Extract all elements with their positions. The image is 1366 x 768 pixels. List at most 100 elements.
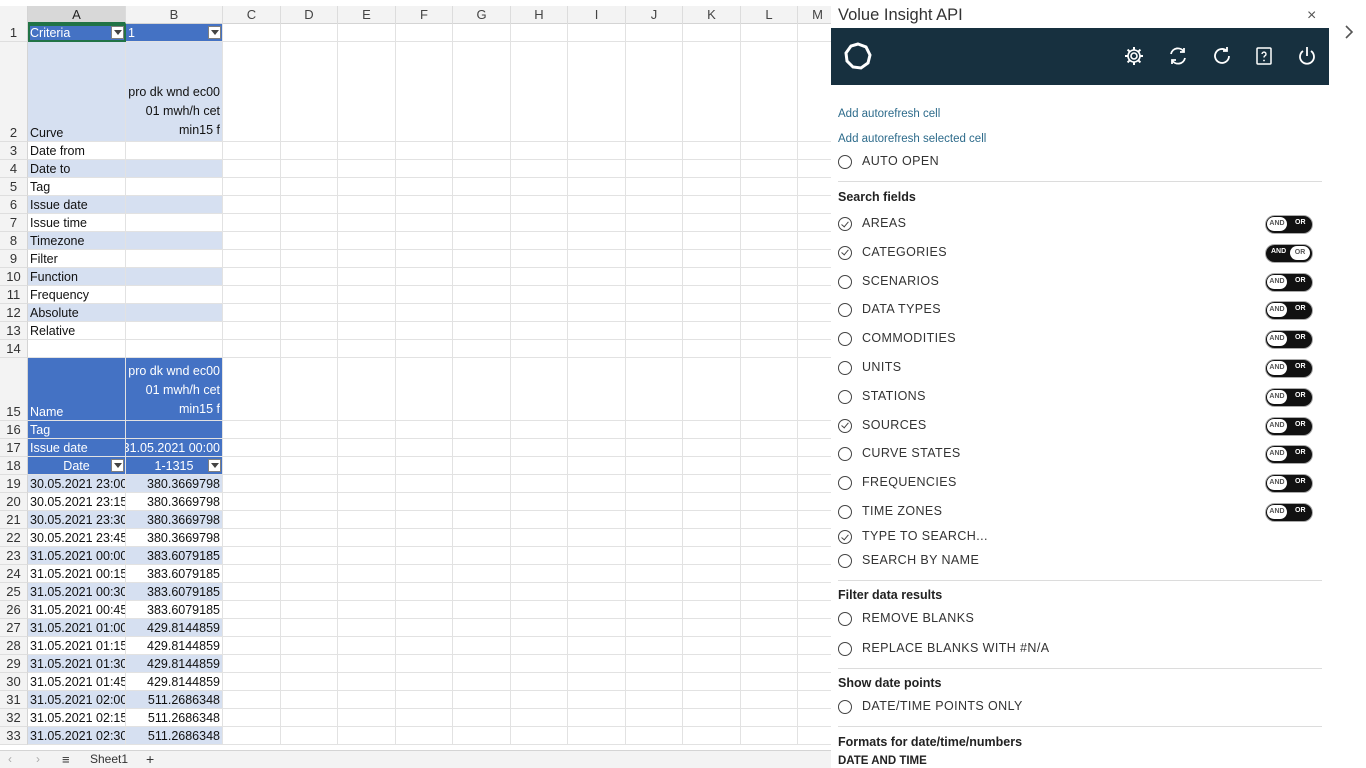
prev-sheet-icon[interactable]: ‹ xyxy=(8,752,12,766)
cell-a[interactable]: 31.05.2021 01:45 xyxy=(28,673,126,691)
filter-dropdown-icon[interactable] xyxy=(111,26,124,39)
add-sheet-icon[interactable]: + xyxy=(146,751,154,767)
empty-cell[interactable] xyxy=(626,178,683,196)
empty-cell[interactable] xyxy=(281,214,338,232)
row-number[interactable]: 19 xyxy=(0,475,28,493)
empty-cell[interactable] xyxy=(511,475,568,493)
empty-cell[interactable] xyxy=(338,709,396,727)
row-number[interactable]: 3 xyxy=(0,142,28,160)
empty-cell[interactable] xyxy=(568,178,626,196)
row-number[interactable]: 16 xyxy=(0,421,28,439)
row-number[interactable]: 10 xyxy=(0,268,28,286)
empty-cell[interactable] xyxy=(626,601,683,619)
power-icon[interactable] xyxy=(1296,45,1318,67)
search-field-option[interactable]: UNITS AND OR xyxy=(838,359,1318,379)
cell-b[interactable] xyxy=(126,142,223,160)
empty-cell[interactable] xyxy=(281,547,338,565)
empty-cell[interactable] xyxy=(798,457,831,475)
row-number[interactable]: 31 xyxy=(0,691,28,709)
empty-cell[interactable] xyxy=(626,340,683,358)
empty-cell[interactable] xyxy=(396,322,453,340)
empty-cell[interactable] xyxy=(568,232,626,250)
empty-cell[interactable] xyxy=(626,673,683,691)
empty-cell[interactable] xyxy=(223,691,281,709)
empty-cell[interactable] xyxy=(798,529,831,547)
empty-cell[interactable] xyxy=(396,439,453,457)
empty-cell[interactable] xyxy=(338,340,396,358)
empty-cell[interactable] xyxy=(626,439,683,457)
empty-cell[interactable] xyxy=(396,547,453,565)
empty-cell[interactable] xyxy=(281,637,338,655)
row-number[interactable]: 18 xyxy=(0,457,28,475)
cell-b[interactable]: 429.8144859 xyxy=(126,637,223,655)
cell-a[interactable]: 31.05.2021 02:30 xyxy=(28,727,126,745)
row-number[interactable]: 27 xyxy=(0,619,28,637)
empty-cell[interactable] xyxy=(683,655,741,673)
empty-cell[interactable] xyxy=(511,493,568,511)
cell-a[interactable]: 31.05.2021 01:15 xyxy=(28,637,126,655)
empty-cell[interactable] xyxy=(568,304,626,322)
row-number[interactable]: 4 xyxy=(0,160,28,178)
empty-cell[interactable] xyxy=(741,709,798,727)
column-header[interactable]: A xyxy=(28,6,126,24)
empty-cell[interactable] xyxy=(511,655,568,673)
unchecked-circle-icon[interactable] xyxy=(838,612,852,626)
empty-cell[interactable] xyxy=(281,709,338,727)
cell-b[interactable]: pro dk wnd ec00 01 mwh/h cet min15 f xyxy=(126,42,223,142)
empty-cell[interactable] xyxy=(626,214,683,232)
column-header[interactable]: M xyxy=(798,6,831,24)
empty-cell[interactable] xyxy=(223,340,281,358)
empty-cell[interactable] xyxy=(281,421,338,439)
add-autorefresh-cell-link[interactable]: Add autorefresh cell xyxy=(838,108,940,120)
empty-cell[interactable] xyxy=(453,547,511,565)
empty-cell[interactable] xyxy=(511,268,568,286)
cell-b[interactable]: 380.3669798 xyxy=(126,475,223,493)
empty-cell[interactable] xyxy=(741,511,798,529)
settings-icon[interactable] xyxy=(1123,45,1145,67)
empty-cell[interactable] xyxy=(453,24,511,42)
empty-cell[interactable] xyxy=(798,493,831,511)
unchecked-circle-icon[interactable] xyxy=(838,361,852,375)
empty-cell[interactable] xyxy=(798,178,831,196)
empty-cell[interactable] xyxy=(453,655,511,673)
empty-cell[interactable] xyxy=(741,24,798,42)
empty-cell[interactable] xyxy=(281,529,338,547)
cell-b[interactable]: 383.6079185 xyxy=(126,601,223,619)
empty-cell[interactable] xyxy=(511,637,568,655)
empty-cell[interactable] xyxy=(396,214,453,232)
cell-a[interactable]: Issue date xyxy=(28,439,126,457)
search-field-option[interactable]: AREAS AND OR xyxy=(838,215,1318,235)
empty-cell[interactable] xyxy=(223,511,281,529)
empty-cell[interactable] xyxy=(741,691,798,709)
empty-cell[interactable] xyxy=(798,142,831,160)
auto-open-option[interactable]: AUTO OPEN xyxy=(838,153,1318,173)
empty-cell[interactable] xyxy=(568,601,626,619)
empty-cell[interactable] xyxy=(798,439,831,457)
empty-cell[interactable] xyxy=(223,358,281,421)
empty-cell[interactable] xyxy=(511,304,568,322)
empty-cell[interactable] xyxy=(396,421,453,439)
row-number[interactable]: 21 xyxy=(0,511,28,529)
empty-cell[interactable] xyxy=(281,619,338,637)
empty-cell[interactable] xyxy=(223,232,281,250)
empty-cell[interactable] xyxy=(453,142,511,160)
unchecked-circle-icon[interactable] xyxy=(838,447,852,462)
cell-b[interactable]: 511.2686348 xyxy=(126,709,223,727)
row-number[interactable]: 11 xyxy=(0,286,28,304)
empty-cell[interactable] xyxy=(683,250,741,268)
empty-cell[interactable] xyxy=(453,250,511,268)
and-or-toggle[interactable]: AND OR xyxy=(1265,445,1313,465)
empty-cell[interactable] xyxy=(223,655,281,673)
row-number[interactable]: 14 xyxy=(0,340,28,358)
empty-cell[interactable] xyxy=(798,619,831,637)
checked-circle-icon[interactable] xyxy=(838,245,852,260)
empty-cell[interactable] xyxy=(511,691,568,709)
empty-cell[interactable] xyxy=(453,42,511,142)
empty-cell[interactable] xyxy=(511,214,568,232)
empty-cell[interactable] xyxy=(281,439,338,457)
row-number[interactable]: 15 xyxy=(0,358,28,421)
empty-cell[interactable] xyxy=(741,42,798,142)
empty-cell[interactable] xyxy=(683,493,741,511)
empty-cell[interactable] xyxy=(453,619,511,637)
empty-cell[interactable] xyxy=(568,196,626,214)
